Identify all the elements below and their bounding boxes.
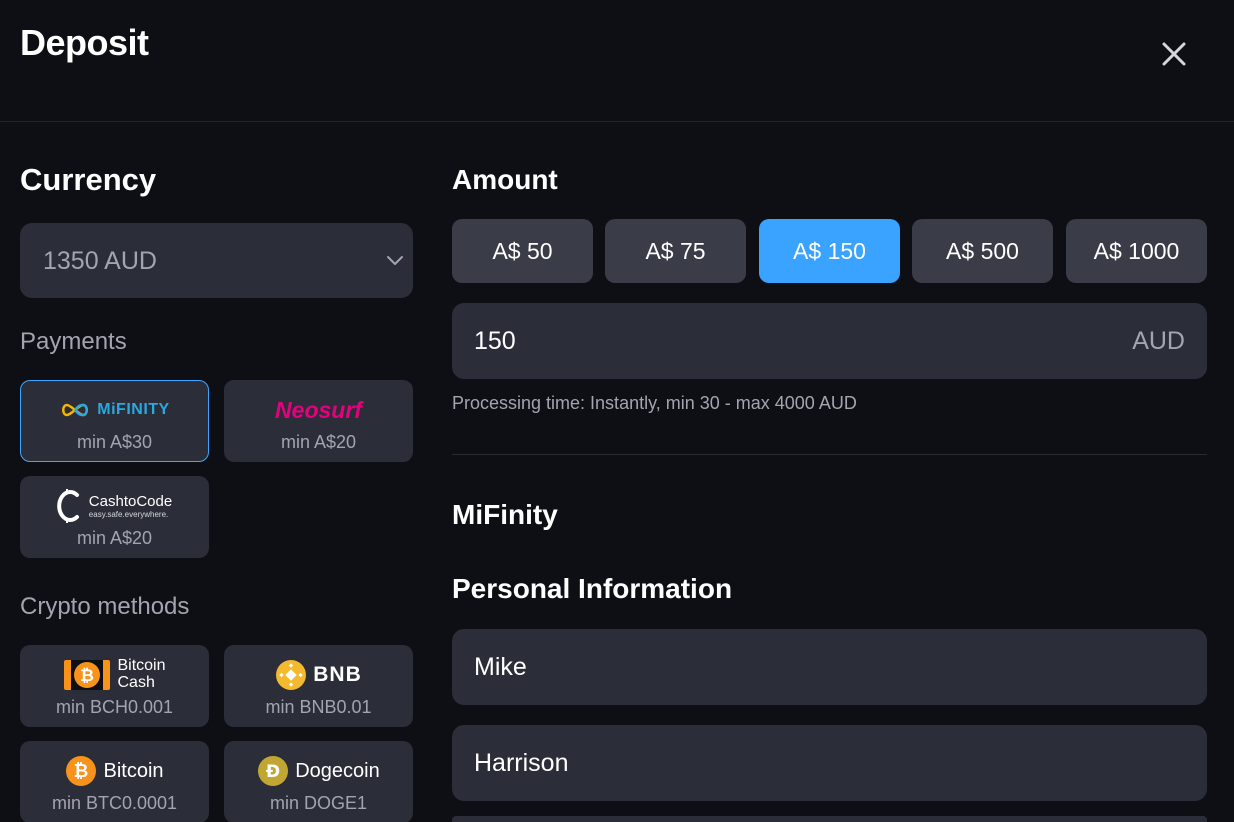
- currency-value: 1350 AUD: [43, 247, 157, 275]
- crypto-heading: Crypto methods: [20, 593, 190, 620]
- bitcoin-cash-icon: ₿: [64, 660, 111, 690]
- amount-preset-75[interactable]: A$ 75: [605, 219, 746, 283]
- last-name-field[interactable]: Harrison: [452, 725, 1207, 801]
- bitcoin-icon: ₿: [66, 756, 97, 786]
- svg-text:Ð: Ð: [266, 762, 280, 782]
- modal-header: Deposit: [0, 0, 1234, 122]
- bnb-icon: [276, 660, 307, 690]
- crypto-method-dogecoin[interactable]: Ð Dogecoin min DOGE1: [224, 741, 413, 822]
- payment-method-mifinity[interactable]: MiFINITY min A$30: [20, 380, 209, 462]
- payment-method-cashtocode[interactable]: CashtoCode easy.safe.everywhere. min A$2…: [20, 476, 209, 558]
- amount-currency-suffix: AUD: [1132, 327, 1185, 355]
- chevron-down-icon: [387, 256, 403, 265]
- amount-preset-50[interactable]: A$ 50: [452, 219, 593, 283]
- page-title: Deposit: [20, 22, 149, 63]
- dogecoin-icon: Ð: [258, 756, 289, 786]
- payment-min: min A$20: [76, 528, 153, 548]
- bitcoin-cash-label-2: Cash: [117, 674, 155, 691]
- bitcoin-logo: ₿ Bitcoin: [21, 752, 208, 790]
- amount-value: 150: [474, 327, 516, 355]
- payment-min: min A$20: [280, 432, 357, 452]
- amount-preset-150[interactable]: A$ 150: [759, 219, 900, 283]
- dogecoin-label: Dogecoin: [295, 759, 380, 782]
- crypto-method-bitcoin[interactable]: ₿ Bitcoin min BTC0.0001: [20, 741, 209, 822]
- crypto-method-bnb[interactable]: BNB min BNB0.01: [224, 645, 413, 727]
- next-field-partial[interactable]: [452, 816, 1207, 822]
- payment-method-neosurf[interactable]: Neosurf min A$20: [224, 380, 413, 462]
- amount-preset-1000[interactable]: A$ 1000: [1066, 219, 1207, 283]
- payment-min: min A$30: [76, 432, 153, 452]
- first-name-value: Mike: [474, 653, 527, 681]
- divider: [452, 454, 1207, 455]
- dogecoin-logo: Ð Dogecoin: [225, 752, 412, 790]
- svg-text:₿: ₿: [74, 761, 89, 782]
- svg-text:₿: ₿: [81, 666, 95, 686]
- bitcoin-label: Bitcoin: [103, 759, 164, 782]
- bitcoin-cash-logo: ₿ Bitcoin Cash: [21, 656, 208, 694]
- crypto-min: min DOGE1: [269, 793, 368, 813]
- crypto-min: min BTC0.0001: [51, 793, 178, 813]
- currency-heading: Currency: [20, 162, 157, 197]
- payments-heading: Payments: [20, 328, 127, 355]
- bnb-label: BNB: [313, 663, 362, 686]
- last-name-value: Harrison: [474, 749, 569, 777]
- neosurf-logo: Neosurf: [225, 391, 412, 429]
- provider-title: MiFinity: [452, 499, 558, 530]
- crypto-min: min BCH0.001: [55, 697, 174, 717]
- processing-time-hint: Processing time: Instantly, min 30 - max…: [452, 393, 857, 413]
- neosurf-logo-text: Neosurf: [275, 396, 362, 423]
- close-icon: [1162, 42, 1186, 66]
- cashtocode-tagline: easy.safe.everywhere.: [88, 509, 169, 519]
- mifinity-logo-text: MiFINITY: [97, 401, 170, 418]
- first-name-field[interactable]: Mike: [452, 629, 1207, 705]
- personal-info-heading: Personal Information: [452, 573, 733, 604]
- bitcoin-cash-label-1: Bitcoin: [117, 657, 166, 675]
- cashtocode-logo: CashtoCode easy.safe.everywhere.: [21, 485, 208, 527]
- close-button[interactable]: [1156, 36, 1192, 72]
- amount-preset-500[interactable]: A$ 500: [912, 219, 1053, 283]
- cashtocode-c-icon: [57, 489, 79, 523]
- crypto-min: min BNB0.01: [265, 697, 372, 717]
- mifinity-logo: MiFINITY: [21, 391, 208, 429]
- cashtocode-logo-text: CashtoCode: [88, 492, 173, 510]
- amount-input[interactable]: 150 AUD: [452, 303, 1207, 379]
- amount-heading: Amount: [452, 164, 558, 195]
- currency-select[interactable]: 1350 AUD: [20, 223, 413, 298]
- bnb-logo: BNB: [225, 656, 412, 694]
- crypto-method-bitcoin-cash[interactable]: ₿ Bitcoin Cash min BCH0.001: [20, 645, 209, 727]
- infinity-icon: [62, 403, 89, 417]
